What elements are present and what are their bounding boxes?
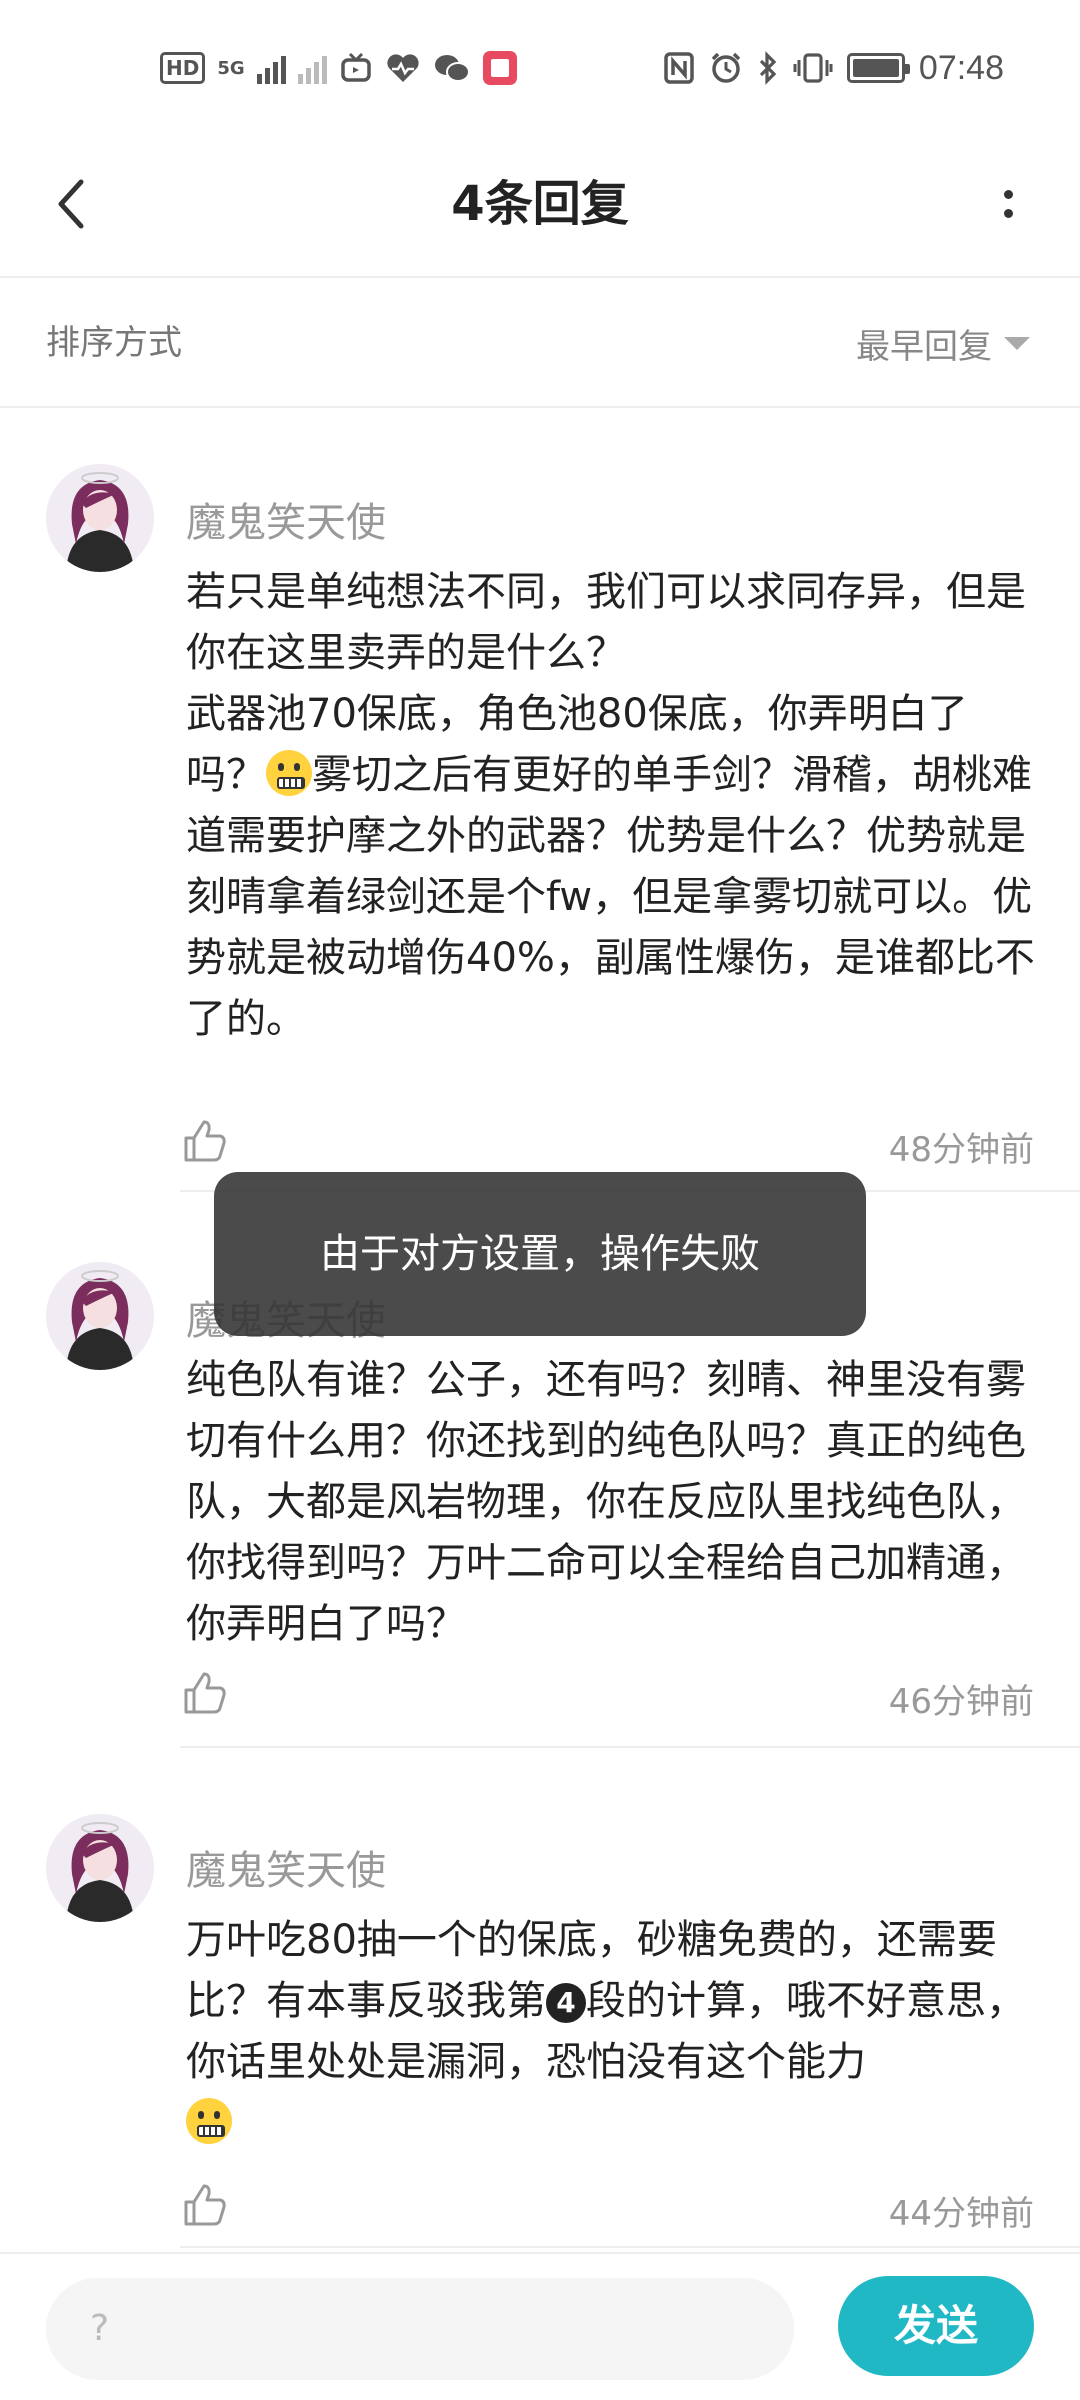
divider: [180, 1746, 1080, 1748]
wechat-icon: [434, 55, 470, 82]
bluetooth-icon: [759, 51, 777, 85]
chevron-left-icon: [58, 179, 84, 229]
hd-icon: HD: [160, 52, 206, 84]
avatar-image: [46, 1814, 154, 1922]
reply-timestamp: 48分钟前: [888, 1130, 1034, 1170]
thumbs-up-icon[interactable]: [182, 1118, 228, 1164]
avatar[interactable]: [46, 1814, 154, 1922]
zipper-mouth-emoji-icon: [186, 2098, 232, 2144]
nfc-icon: [664, 52, 694, 84]
reply-text: 万叶吃80抽一个的保底，砂糖免费的，还需要比？有本事反驳我第 4 段的计算，哦不好意…: [186, 1910, 1036, 2154]
reply-author[interactable]: 魔鬼笑天使: [186, 1838, 386, 1896]
reply-input-bar: ? 发送: [0, 2252, 1080, 2400]
status-bar: HD 5G 07:48: [0, 0, 1080, 130]
alarm-icon: [711, 52, 741, 83]
reply-timestamp: 46分钟前: [888, 1682, 1034, 1722]
clock: 07:48: [918, 48, 1004, 87]
vibrate-icon: [793, 53, 833, 83]
tv-icon: [340, 52, 371, 82]
page-title: 4条回复: [451, 176, 629, 232]
avatar-image: [46, 1262, 154, 1370]
circled-number: 4: [546, 1983, 586, 2023]
reply-input[interactable]: ?: [46, 2278, 794, 2380]
sort-dropdown[interactable]: 最早回复: [856, 278, 1030, 408]
sort-selected-value: 最早回复: [856, 326, 992, 367]
thumbs-up-icon[interactable]: [182, 1670, 228, 1716]
send-button[interactable]: 发送: [838, 2276, 1034, 2376]
sort-label: 排序方式: [46, 323, 182, 363]
reply-text: 若只是单纯想法不同，我们可以求同存异，但是你在这里卖弄的是什么？ 武器池70保底…: [186, 562, 1036, 1050]
dot: [1003, 209, 1013, 218]
reply-author[interactable]: 魔鬼笑天使: [186, 490, 386, 548]
status-bar-right-icons: 07:48: [663, 48, 1004, 88]
zipper-mouth-emoji-icon: [266, 750, 312, 796]
avatar[interactable]: [46, 464, 154, 572]
reply-text: 纯色队有谁？公子，还有吗？刻晴、神里没有雾切有什么用？你还找到的纯色队吗？真正的…: [186, 1357, 1026, 1647]
reply-item: 魔鬼笑天使 若只是单纯想法不同，我们可以求同存异，但是你在这里卖弄的是什么？ 武…: [0, 408, 1080, 1192]
health-icon: [387, 54, 419, 82]
status-bar-left-icons: HD 5G: [160, 48, 517, 88]
toast-message: 由于对方设置，操作失败: [214, 1172, 866, 1336]
reply-item: 魔鬼笑天使 万叶吃80抽一个的保底，砂糖免费的，还需要比？有本事反驳我第 4 段的计…: [0, 1752, 1080, 2248]
top-nav-bar: 4条回复: [0, 130, 1080, 278]
back-button[interactable]: [40, 172, 100, 236]
divider: [180, 2246, 1080, 2248]
reply-text-part: 雾切之后有更好的单手剑？滑稽，胡桃难道需要护摩之外的武器？优势是什么？优势就是刻…: [186, 752, 1035, 1042]
notebook-app-icon: [482, 51, 517, 85]
dot: [1003, 190, 1013, 199]
more-options-button[interactable]: [988, 174, 1028, 234]
reply-timestamp: 44分钟前: [888, 2194, 1034, 2234]
sort-bar: 排序方式 最早回复: [0, 278, 1080, 408]
thumbs-up-icon[interactable]: [182, 2182, 228, 2228]
dropdown-arrow-icon: [1004, 336, 1030, 350]
avatar[interactable]: [46, 1262, 154, 1370]
signal-icon: [256, 52, 286, 84]
signal-2-icon: [297, 52, 327, 84]
battery-icon: [846, 53, 910, 83]
avatar-image: [46, 464, 154, 572]
network-type-icon: 5G: [217, 57, 245, 79]
